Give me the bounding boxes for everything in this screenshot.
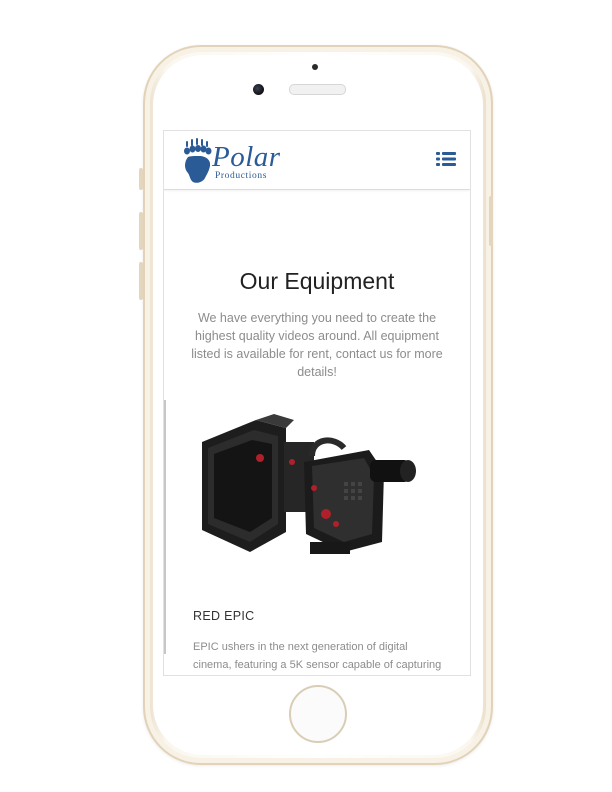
- page-title: Our Equipment: [239, 268, 395, 295]
- phone-screen: Polar Productions Our Equipment We have …: [163, 130, 471, 676]
- list-icon: [436, 152, 456, 166]
- phone-volume-up-button: [139, 212, 143, 250]
- product-description: EPIC ushers in the next generation of di…: [193, 641, 442, 671]
- camera-image: [202, 414, 416, 554]
- proximity-sensor: [312, 64, 318, 70]
- phone-power-button: [489, 196, 493, 246]
- section-divider: [164, 400, 166, 654]
- navbar: Polar Productions: [164, 131, 470, 190]
- brand-tagline: Productions: [215, 171, 267, 181]
- intro-text: We have everything you need to create th…: [191, 310, 443, 379]
- phone-volume-down-button: [139, 262, 143, 300]
- home-button[interactable]: [289, 685, 347, 743]
- menu-button[interactable]: [436, 151, 456, 167]
- earpiece-speaker: [289, 84, 346, 95]
- bear-paw-icon: [184, 138, 212, 183]
- brand-logo[interactable]: Polar Productions: [182, 138, 292, 184]
- product-name: RED EPIC: [193, 609, 255, 623]
- phone-silent-switch: [139, 168, 143, 190]
- front-camera: [253, 84, 264, 95]
- brand-name: Polar: [212, 141, 281, 173]
